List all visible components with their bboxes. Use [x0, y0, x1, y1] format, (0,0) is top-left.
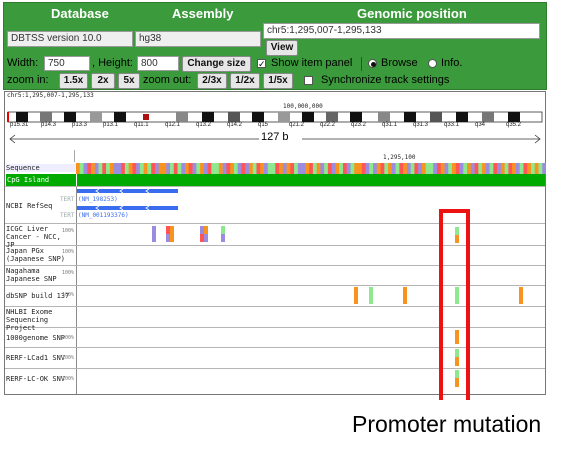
- variant-mark: [221, 226, 225, 234]
- variant-mark: [455, 357, 459, 366]
- promoter-highlight-box: [439, 209, 470, 400]
- variant-mark: [152, 234, 156, 242]
- variant-mark: [455, 370, 459, 378]
- variant-mark: [166, 226, 170, 234]
- variant-mark: [403, 287, 407, 304]
- promoter-mutation-caption: Promoter mutation: [352, 411, 542, 437]
- variant-mark: [204, 226, 208, 234]
- variant-mark: [455, 349, 459, 357]
- variant-mark: [170, 226, 174, 234]
- variant-mark: [166, 234, 170, 242]
- variant-mark: [200, 234, 204, 242]
- variant-mark: [455, 227, 459, 235]
- variant-mark: [204, 234, 208, 242]
- variant-mark: [455, 330, 459, 344]
- variant-mark: [519, 287, 523, 304]
- variant-mark: [455, 235, 459, 243]
- variant-mark: [354, 287, 358, 304]
- variant-mark: [455, 287, 459, 304]
- variant-mark: [455, 378, 459, 387]
- variant-mark: [170, 234, 174, 242]
- variant-mark: [200, 226, 204, 234]
- variant-mark: [152, 226, 156, 234]
- variant-mark: [221, 234, 225, 242]
- variant-marks[interactable]: [0, 0, 576, 400]
- variant-mark: [369, 287, 373, 304]
